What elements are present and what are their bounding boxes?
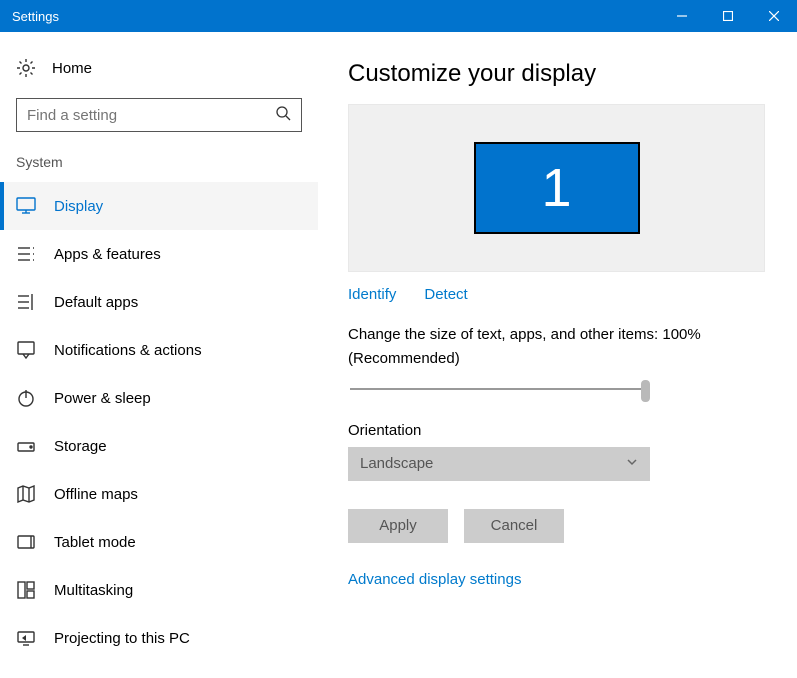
- home-label: Home: [52, 60, 92, 77]
- monitor-thumbnail-1[interactable]: 1: [474, 142, 640, 234]
- home-button[interactable]: Home: [0, 50, 318, 98]
- orientation-value: Landscape: [360, 455, 433, 472]
- sidebar-item-power-sleep[interactable]: Power & sleep: [0, 374, 318, 422]
- page-title: Customize your display: [348, 60, 765, 88]
- sidebar-item-offline-maps[interactable]: Offline maps: [0, 470, 318, 518]
- default-apps-icon: [16, 293, 36, 311]
- sidebar-item-default-apps[interactable]: Default apps: [0, 278, 318, 326]
- orientation-label: Orientation: [348, 422, 765, 439]
- monitor-number: 1: [541, 157, 571, 219]
- sidebar-item-multitasking[interactable]: Multitasking: [0, 566, 318, 614]
- sidebar-item-label: Display: [54, 198, 103, 215]
- sidebar-item-label: Default apps: [54, 294, 138, 311]
- titlebar: Settings: [0, 0, 797, 32]
- sidebar-item-label: Apps & features: [54, 246, 161, 263]
- slider-thumb[interactable]: [641, 380, 650, 402]
- maximize-button[interactable]: [705, 0, 751, 32]
- scale-text-sub: (Recommended): [348, 349, 765, 369]
- apps-icon: [16, 245, 36, 263]
- gear-icon: [16, 58, 36, 78]
- sidebar-item-storage[interactable]: Storage: [0, 422, 318, 470]
- main-panel: Customize your display 1 Identify Detect…: [318, 32, 797, 678]
- display-icon: [16, 197, 36, 215]
- sidebar-item-label: Multitasking: [54, 582, 133, 599]
- sidebar-item-label: Storage: [54, 438, 107, 455]
- sidebar-item-label: Power & sleep: [54, 390, 151, 407]
- search-input-container[interactable]: [16, 98, 302, 132]
- tablet-icon: [16, 533, 36, 551]
- sidebar-item-label: Tablet mode: [54, 534, 136, 551]
- sidebar-item-display[interactable]: Display: [0, 182, 318, 230]
- advanced-display-link[interactable]: Advanced display settings: [348, 571, 765, 588]
- window-title: Settings: [12, 9, 59, 24]
- scale-text: Change the size of text, apps, and other…: [348, 325, 765, 345]
- orientation-dropdown[interactable]: Landscape: [348, 447, 650, 481]
- chevron-down-icon: [626, 455, 638, 472]
- projecting-icon: [16, 629, 36, 647]
- sidebar-item-label: Projecting to this PC: [54, 630, 190, 647]
- sidebar-item-notifications[interactable]: Notifications & actions: [0, 326, 318, 374]
- sidebar-item-projecting[interactable]: Projecting to this PC: [0, 614, 318, 662]
- minimize-button[interactable]: [659, 0, 705, 32]
- scale-slider[interactable]: [350, 378, 646, 402]
- close-button[interactable]: [751, 0, 797, 32]
- display-preview[interactable]: 1: [348, 104, 765, 272]
- apply-button[interactable]: Apply: [348, 509, 448, 543]
- slider-track: [350, 388, 646, 390]
- sidebar-item-label: Notifications & actions: [54, 342, 202, 359]
- cancel-button[interactable]: Cancel: [464, 509, 564, 543]
- power-icon: [16, 389, 36, 407]
- sidebar-item-apps-features[interactable]: Apps & features: [0, 230, 318, 278]
- search-icon: [275, 105, 291, 126]
- notifications-icon: [16, 341, 36, 359]
- detect-link[interactable]: Detect: [424, 286, 467, 303]
- section-label: System: [0, 154, 318, 182]
- sidebar-item-tablet-mode[interactable]: Tablet mode: [0, 518, 318, 566]
- search-input[interactable]: [27, 107, 275, 124]
- sidebar: Home System Display Apps & features: [0, 32, 318, 678]
- maps-icon: [16, 485, 36, 503]
- multitasking-icon: [16, 581, 36, 599]
- identify-link[interactable]: Identify: [348, 286, 396, 303]
- sidebar-item-label: Offline maps: [54, 486, 138, 503]
- storage-icon: [16, 439, 36, 453]
